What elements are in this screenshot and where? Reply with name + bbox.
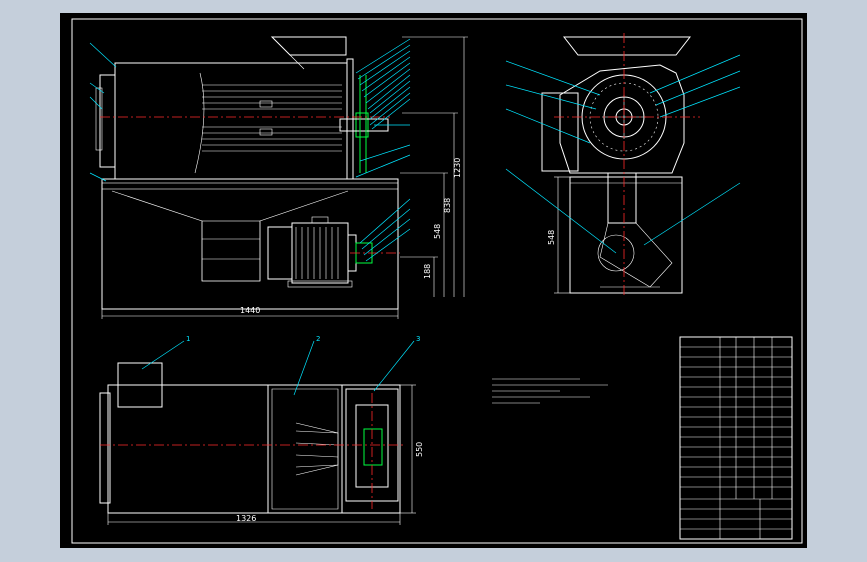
top-view: 1326 550 1 2 3 [99, 335, 424, 525]
inner-frame [71, 18, 803, 544]
top-leaders [141, 340, 415, 396]
front-view: 1230 838 548 188 1440 [89, 36, 468, 319]
dim-top-length: 1326 [236, 514, 256, 523]
side-stand [569, 176, 683, 294]
front-drum-housing [114, 62, 348, 180]
side-hopper [562, 36, 692, 56]
front-drum-ribs [194, 72, 342, 174]
front-base-frame [101, 178, 399, 310]
front-motor [267, 216, 373, 288]
title-block [679, 336, 793, 540]
side-chute [607, 172, 637, 224]
drawing-sheet: 1230 838 548 188 1440 548 1326 550 1 2 3 [60, 13, 807, 548]
technical-notes [492, 378, 608, 404]
drawing-canvas: 1230 838 548 188 1440 548 1326 550 1 2 3 [71, 18, 803, 544]
dim-front-mid: 838 [443, 198, 452, 213]
dim-front-base: 188 [423, 264, 432, 279]
side-view: 548 [505, 33, 741, 298]
dim-front-height: 1230 [453, 158, 462, 178]
front-leaders [89, 38, 411, 262]
part-2: 2 [316, 335, 320, 343]
dim-top-width: 550 [415, 442, 424, 457]
front-hopper [270, 36, 347, 56]
dim-side-height: 548 [547, 230, 556, 245]
side-housing [559, 64, 685, 174]
part-1: 1 [186, 335, 190, 343]
dim-front-length: 1440 [240, 306, 260, 315]
part-3: 3 [416, 335, 420, 343]
dim-front-lower: 548 [433, 224, 442, 239]
top-pulley [363, 428, 383, 466]
